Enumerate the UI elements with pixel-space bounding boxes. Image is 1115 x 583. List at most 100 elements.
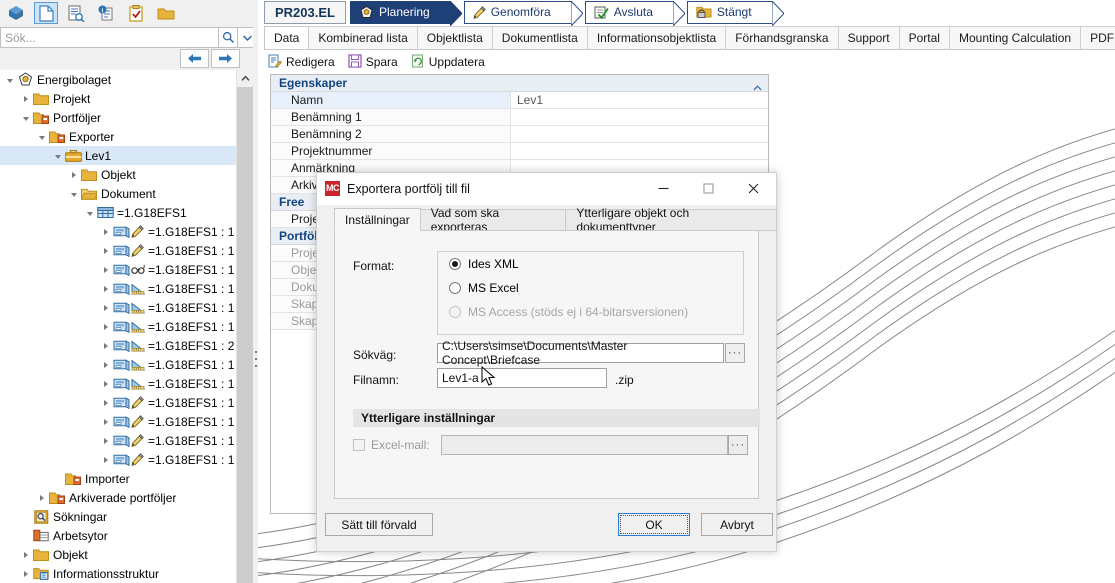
document-icon[interactable] <box>34 2 58 24</box>
minimize-button[interactable] <box>641 173 686 205</box>
close-button[interactable] <box>731 173 776 205</box>
chevron-down-icon[interactable] <box>52 146 64 165</box>
chevron-down-icon[interactable] <box>68 184 80 203</box>
tree-item[interactable]: Objekt <box>0 165 236 184</box>
tree-item[interactable]: =1.G18EFS1 : 1 <box>0 374 236 393</box>
chevron-right-icon[interactable] <box>100 260 112 279</box>
save-action[interactable]: Spara <box>348 53 398 71</box>
tree-item[interactable]: =1.G18EFS1 : 1 <box>0 279 236 298</box>
scrollbar-thumb[interactable] <box>237 87 254 583</box>
tree-item[interactable]: Exporter <box>0 127 236 146</box>
tree-item[interactable]: Arkiverade portföljer <box>0 488 236 507</box>
tree-item[interactable]: =1.G18EFS1 : 1 <box>0 317 236 336</box>
chevron-right-icon[interactable] <box>36 488 48 507</box>
tree-item[interactable]: Importer <box>0 469 236 488</box>
splitter-handle[interactable] <box>255 351 257 367</box>
tree-item[interactable]: Energibolaget <box>0 70 236 89</box>
property-value[interactable]: Lev1 <box>511 92 768 108</box>
excel-template-checkbox[interactable] <box>353 439 365 451</box>
chevron-right-icon[interactable] <box>20 89 32 108</box>
tree-item[interactable]: Portföljer <box>0 108 236 127</box>
property-row[interactable]: Benämning 2 <box>271 126 768 143</box>
dialog-titlebar[interactable]: MC Exportera portfölj till fil <box>317 173 776 205</box>
tree-item[interactable]: =1.G18EFS1 : 1 <box>0 241 236 260</box>
tab-pdf-preview[interactable]: PDF Preview <box>1080 26 1115 49</box>
property-value[interactable] <box>511 143 768 159</box>
workflow-step-planering[interactable]: Planering <box>350 0 463 27</box>
chevron-right-icon[interactable] <box>100 355 112 374</box>
chevron-right-icon[interactable] <box>20 545 32 564</box>
cube-icon[interactable] <box>4 2 28 24</box>
content-tabstrip[interactable]: Data Kombinerad lista Objektlista Dokumentl… <box>264 26 1115 50</box>
set-default-button[interactable]: Sätt till förvald <box>325 513 433 536</box>
tree-item[interactable]: =1.G18EFS1 : 1 <box>0 298 236 317</box>
chevron-right-icon[interactable] <box>100 241 112 260</box>
arrow-right-icon[interactable] <box>211 49 240 68</box>
tree-item[interactable]: =1.G18EFS1 : 1 <box>0 355 236 374</box>
tree-item[interactable]: =1.G18EFS1 : 1 <box>0 412 236 431</box>
navigation-tree[interactable]: Energibolaget Projekt Portföljer Exporter Le… <box>0 70 236 583</box>
tree-item[interactable]: Lev1 <box>0 146 236 165</box>
chevron-right-icon[interactable] <box>100 317 112 336</box>
tab-informationsobjektlista[interactable]: Informationsobjektlista <box>586 26 727 49</box>
cancel-button[interactable]: Avbryt <box>701 513 773 536</box>
tree-item[interactable]: Sökningar <box>0 507 236 526</box>
scroll-up-button[interactable] <box>237 70 254 87</box>
chevron-down-icon[interactable] <box>20 108 32 127</box>
edit-action[interactable]: Redigera <box>268 54 335 71</box>
checklist-icon[interactable] <box>124 2 148 24</box>
property-row[interactable]: Projektnummer <box>271 143 768 160</box>
dialog-tab-1[interactable]: Vad som ska exporteras <box>419 206 567 234</box>
chevron-down-icon[interactable] <box>84 203 96 222</box>
dialog-tab-2[interactable]: Ytterligare objekt och dokumenttyper <box>565 206 777 234</box>
chevron-down-icon[interactable] <box>36 127 48 146</box>
magnifier-icon[interactable] <box>218 27 238 48</box>
chevron-right-icon[interactable] <box>68 165 80 184</box>
folder-icon[interactable] <box>154 2 178 24</box>
tree-item[interactable]: =1.G18EFS1 : 1 <box>0 260 236 279</box>
search-input[interactable] <box>0 27 218 48</box>
tab-förhandsgranska[interactable]: Förhandsgranska <box>725 26 839 49</box>
dialog-tabs[interactable]: Inställningar Vad som ska exporteras Ytter… <box>334 206 777 234</box>
arrow-left-icon[interactable] <box>180 49 209 68</box>
tab-support[interactable]: Support <box>837 26 900 49</box>
property-value[interactable] <box>511 126 768 142</box>
dialog-tab-0[interactable]: Inställningar <box>334 208 421 231</box>
tree-item[interactable]: =1.G18EFS1 : 1 <box>0 450 236 469</box>
chevron-right-icon[interactable] <box>100 450 112 469</box>
chevron-right-icon[interactable] <box>100 374 112 393</box>
tab-mounting-calculation[interactable]: Mounting Calculation <box>948 26 1082 49</box>
chevron-right-icon[interactable] <box>100 279 112 298</box>
tree-item[interactable]: =1.G18EFS1 : 1 <box>0 393 236 412</box>
tree-item[interactable]: Arbetsytor <box>0 526 236 545</box>
excel-browse-button[interactable]: ··· <box>728 435 748 455</box>
tab-data[interactable]: Data <box>264 26 310 49</box>
property-row[interactable]: Benämning 1 <box>271 109 768 126</box>
document-search-icon[interactable] <box>64 2 88 24</box>
tree-scrollbar[interactable] <box>236 70 254 583</box>
chevron-right-icon[interactable] <box>100 393 112 412</box>
tree-item[interactable]: Projekt <box>0 89 236 108</box>
property-row[interactable]: Namn Lev1 <box>271 92 768 109</box>
chevron-right-icon[interactable] <box>20 564 32 583</box>
info-object-icon[interactable]: i <box>94 2 118 24</box>
tab-objektlista[interactable]: Objektlista <box>416 26 493 49</box>
workflow-step-genomföra[interactable]: Genomföra <box>463 0 584 27</box>
chevron-right-icon[interactable] <box>100 431 112 450</box>
chevron-up-icon[interactable] <box>753 80 762 94</box>
property-group-header[interactable]: Egenskaper <box>271 75 768 92</box>
format-option-ides-xml[interactable]: Ides XML <box>438 252 743 276</box>
tree-item[interactable]: =1.G18EFS1 : 2 <box>0 336 236 355</box>
maximize-button[interactable] <box>686 173 731 205</box>
chevron-right-icon[interactable] <box>100 222 112 241</box>
tree-item[interactable]: Objekt <box>0 545 236 564</box>
filename-field[interactable]: Lev1-a <box>437 368 607 388</box>
workflow-step-avsluta[interactable]: Avsluta <box>584 0 686 27</box>
chevron-down-icon[interactable] <box>4 70 16 89</box>
tab-dokumentlista[interactable]: Dokumentlista <box>491 26 588 49</box>
workflow-step-stängt[interactable]: Stängt <box>686 0 785 27</box>
tree-item[interactable]: Dokument <box>0 184 236 203</box>
tree-item[interactable]: E Informationsstruktur <box>0 564 236 583</box>
tree-item[interactable]: =1.G18EFS1 : 1 <box>0 431 236 450</box>
chevron-right-icon[interactable] <box>100 298 112 317</box>
